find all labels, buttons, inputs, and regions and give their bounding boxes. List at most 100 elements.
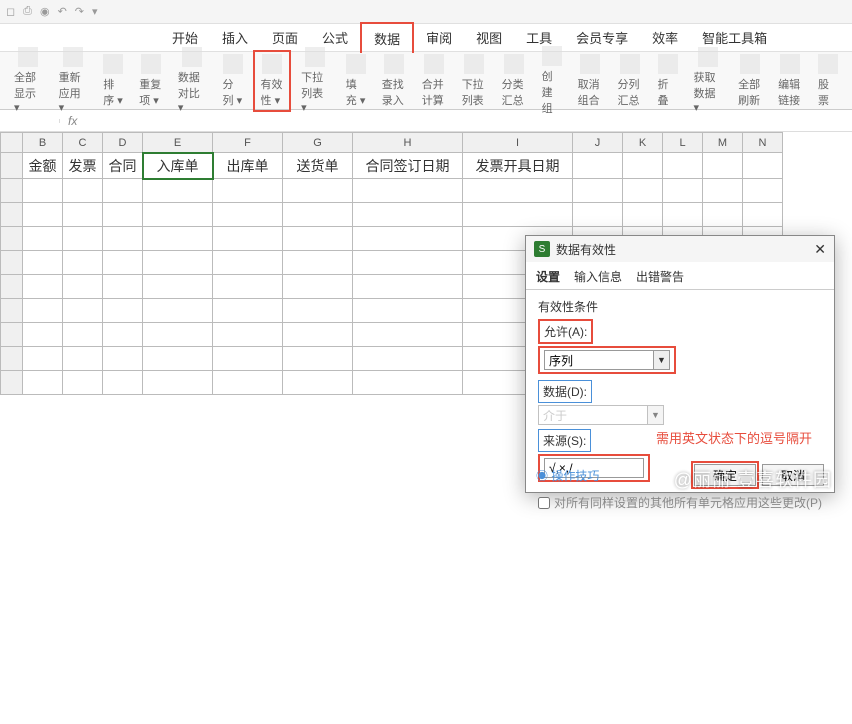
cell[interactable] <box>213 227 283 251</box>
dialog-tab[interactable]: 出错警告 <box>636 268 684 289</box>
cell[interactable] <box>63 179 103 203</box>
cell[interactable] <box>103 371 143 395</box>
cell[interactable] <box>63 227 103 251</box>
cell[interactable] <box>353 275 463 299</box>
cell[interactable] <box>353 251 463 275</box>
cell[interactable] <box>63 371 103 395</box>
ribbon-下拉列表[interactable]: 下拉列表 <box>456 54 492 108</box>
cell[interactable] <box>143 179 213 203</box>
row-header[interactable] <box>1 203 23 227</box>
cell[interactable] <box>103 227 143 251</box>
ribbon-数据对比[interactable]: 数据对比 ▾ <box>172 47 213 114</box>
header-cell[interactable]: 送货单 <box>283 153 353 179</box>
cell[interactable] <box>623 179 663 203</box>
header-cell[interactable]: 合同签订日期 <box>353 153 463 179</box>
ribbon-编辑链接[interactable]: 编辑链接 <box>772 54 808 108</box>
header-cell[interactable]: 入库单 <box>143 153 213 179</box>
menu-审阅[interactable]: 审阅 <box>414 23 464 52</box>
chevron-down-icon[interactable]: ▼ <box>654 350 670 370</box>
col-header[interactable]: N <box>743 133 783 153</box>
cell[interactable] <box>103 347 143 371</box>
ribbon-取消组合[interactable]: 取消组合 <box>572 54 608 108</box>
dialog-tab[interactable]: 输入信息 <box>574 268 622 289</box>
ribbon-重复项[interactable]: 重复项 ▾ <box>133 54 168 108</box>
cell[interactable] <box>103 323 143 347</box>
cell[interactable] <box>103 179 143 203</box>
header-cell[interactable]: 金额 <box>23 153 63 179</box>
qat-icon[interactable]: ◻ <box>6 5 15 18</box>
cell[interactable] <box>353 347 463 371</box>
row-header[interactable] <box>1 371 23 395</box>
cell[interactable] <box>213 299 283 323</box>
row-header[interactable] <box>1 275 23 299</box>
cell[interactable] <box>143 371 213 395</box>
cell[interactable] <box>283 299 353 323</box>
col-header[interactable]: H <box>353 133 463 153</box>
cell[interactable] <box>213 275 283 299</box>
ribbon-有效性[interactable]: 有效性 ▾ <box>253 50 292 112</box>
cell[interactable] <box>23 299 63 323</box>
cell[interactable] <box>143 323 213 347</box>
apply-all-checkbox[interactable]: 对所有同样设置的其他所有单元格应用这些更改(P) <box>538 494 822 511</box>
close-icon[interactable]: ✕ <box>814 241 826 258</box>
cell[interactable] <box>283 371 353 395</box>
cell[interactable] <box>143 203 213 227</box>
col-header[interactable]: E <box>143 133 213 153</box>
ribbon-获取数据[interactable]: 获取数据 ▾ <box>688 47 729 114</box>
qat-icon[interactable]: ↶ <box>58 5 67 18</box>
menu-视图[interactable]: 视图 <box>464 23 514 52</box>
cell[interactable] <box>353 299 463 323</box>
data-dropdown[interactable]: ▼ <box>538 405 822 425</box>
row-header[interactable] <box>1 227 23 251</box>
cell[interactable] <box>23 323 63 347</box>
tips-link[interactable]: ◉ 操作技巧 <box>536 467 599 484</box>
ribbon-查找录入[interactable]: 查找录入 <box>376 54 412 108</box>
header-cell[interactable] <box>623 153 663 179</box>
col-header[interactable]: B <box>23 133 63 153</box>
cell[interactable] <box>283 179 353 203</box>
cell[interactable] <box>23 275 63 299</box>
cell[interactable] <box>213 179 283 203</box>
cell[interactable] <box>143 275 213 299</box>
cell[interactable] <box>63 203 103 227</box>
qat-icon[interactable]: ▾ <box>92 5 98 18</box>
cell[interactable] <box>63 299 103 323</box>
qat-icon[interactable]: ⎙ <box>23 5 32 18</box>
cell[interactable] <box>463 203 573 227</box>
menu-插入[interactable]: 插入 <box>210 23 260 52</box>
menu-数据[interactable]: 数据 <box>360 22 414 53</box>
cell[interactable] <box>283 323 353 347</box>
cell[interactable] <box>103 203 143 227</box>
header-cell[interactable]: 合同 <box>103 153 143 179</box>
ribbon-分类汇总[interactable]: 分类汇总 <box>496 54 532 108</box>
col-header[interactable]: G <box>283 133 353 153</box>
ribbon-下拉列表[interactable]: 下拉列表 ▾ <box>295 47 336 114</box>
header-cell[interactable]: 发票 <box>63 153 103 179</box>
row-header[interactable] <box>1 323 23 347</box>
ribbon-排序[interactable]: 排序 ▾ <box>97 54 129 108</box>
ribbon-全部刷新[interactable]: 全部刷新 <box>732 54 768 108</box>
cell[interactable] <box>23 227 63 251</box>
cell[interactable] <box>283 275 353 299</box>
col-header[interactable]: F <box>213 133 283 153</box>
cell[interactable] <box>63 251 103 275</box>
header-cell[interactable] <box>663 153 703 179</box>
cell[interactable] <box>213 371 283 395</box>
header-cell[interactable]: 发票开具日期 <box>463 153 573 179</box>
header-cell[interactable] <box>743 153 783 179</box>
cell[interactable] <box>463 179 573 203</box>
name-box[interactable] <box>0 119 60 123</box>
cell[interactable] <box>353 203 463 227</box>
ribbon-分列[interactable]: 分列 ▾ <box>217 54 249 108</box>
ribbon-全部显示[interactable]: 全部显示 ▾ <box>8 47 49 114</box>
col-header[interactable]: J <box>573 133 623 153</box>
allow-dropdown[interactable]: ▼ <box>544 350 670 370</box>
cell[interactable] <box>573 203 623 227</box>
cell[interactable] <box>743 203 783 227</box>
cell[interactable] <box>213 203 283 227</box>
col-header[interactable]: C <box>63 133 103 153</box>
chevron-down-icon[interactable]: ▼ <box>648 405 664 425</box>
ribbon-折叠[interactable]: 折叠 <box>652 54 684 108</box>
cell[interactable] <box>213 347 283 371</box>
cell[interactable] <box>103 251 143 275</box>
